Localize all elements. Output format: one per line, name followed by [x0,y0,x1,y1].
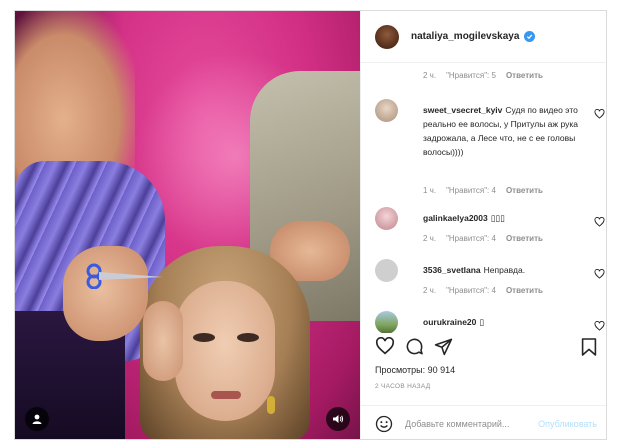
woman-eye-left [193,333,215,342]
emoji-icon[interactable] [375,415,393,433]
commenter-username[interactable]: galinkaelya2003 [423,213,488,223]
comment-body: ourukraine20 ▯ [423,315,595,329]
bookmark-icon[interactable] [581,337,597,357]
scissors-icon [86,263,163,289]
woman-eye-right [237,333,259,342]
comment-meta: 1 ч. "Нравится": 4 Ответить [423,186,543,195]
comment-text: ▯ [479,317,485,327]
author-avatar[interactable] [375,24,399,49]
comment-body: galinkaelya2003 ▯▯▯ [423,211,595,225]
reply-button[interactable]: Ответить [506,286,543,295]
commenter-avatar[interactable] [375,311,398,333]
heart-icon[interactable] [594,321,605,331]
comments-list: 2 ч. "Нравится": 5 Ответить sweet_vsecre… [361,63,606,333]
reply-button[interactable]: Ответить [506,71,543,80]
heart-icon[interactable] [594,109,605,119]
comment-body: 3536_svetlana Неправда. [423,263,595,277]
previous-comment-meta: 2 ч. "Нравится": 5 Ответить [423,71,543,80]
views-number: 90 914 [427,365,456,375]
commenter-avatar[interactable] [375,259,398,282]
comment-item: ourukraine20 ▯ [375,311,605,333]
comment-time: 2 ч. [423,71,437,80]
comment-meta: 2 ч. "Нравится": 4 Ответить [423,286,543,295]
comment-body: sweet_vsecret_kyiv Судя по видео это реал… [423,103,595,159]
heart-icon[interactable] [375,337,395,355]
comment-likes[interactable]: "Нравится": 4 [446,186,496,195]
post-header: nataliya_mogilevskaya [361,11,606,63]
comment-likes[interactable]: "Нравится": 5 [446,71,496,80]
verified-badge-icon [524,31,536,42]
comment-text: Неправда. [483,265,526,275]
publish-button[interactable]: Опубликовать [538,419,597,429]
post-actions [375,337,597,359]
post-video[interactable] [15,11,360,439]
speaker-icon [333,415,344,423]
comment-likes[interactable]: "Нравится": 4 [446,286,496,295]
tagged-users-button[interactable] [25,407,49,431]
comment-item: galinkaelya2003 ▯▯▯ 2 ч. "Нравится": 4 От… [375,207,605,247]
sound-toggle-button[interactable] [326,407,350,431]
woman-hand [143,301,183,381]
view-count[interactable]: Просмотры: 90 914 [375,365,455,375]
commenter-username[interactable]: sweet_vsecret_kyiv [423,105,502,115]
post-side-panel: nataliya_mogilevskaya 2 ч. "Нравится": 5… [360,11,606,439]
woman-earring [267,396,275,414]
share-icon[interactable] [434,337,453,356]
comment-item: sweet_vsecret_kyiv Судя по видео это реал… [375,99,605,199]
comment-icon[interactable] [405,337,424,356]
post-timestamp[interactable]: 2 ЧАСОВ НАЗАД [375,383,430,390]
comment-item: 3536_svetlana Неправда. 2 ч. "Нравится": … [375,259,605,299]
user-icon [32,414,42,424]
instagram-post: nataliya_mogilevskaya 2 ч. "Нравится": 5… [14,10,607,440]
comment-time: 1 ч. [423,186,437,195]
comment-meta: 2 ч. "Нравится": 4 Ответить [423,234,543,243]
heart-icon[interactable] [594,217,605,227]
comment-time: 2 ч. [423,286,437,295]
person-left-hand [63,246,148,341]
woman-face [175,281,275,421]
add-comment-bar: Добавьте комментарий... Опубликовать [361,405,606,439]
comment-text: ▯▯▯ [490,213,505,223]
commenter-avatar[interactable] [375,99,398,122]
author-username[interactable]: nataliya_mogilevskaya [411,31,519,42]
comment-likes[interactable]: "Нравится": 4 [446,234,496,243]
heart-icon[interactable] [594,269,605,279]
comment-time: 2 ч. [423,234,437,243]
comment-input[interactable]: Добавьте комментарий... [405,419,538,429]
commenter-username[interactable]: ourukraine20 [423,317,476,327]
reply-button[interactable]: Ответить [506,186,543,195]
views-label: Просмотры: [375,365,426,375]
woman-mouth [211,391,241,399]
commenter-avatar[interactable] [375,207,398,230]
reply-button[interactable]: Ответить [506,234,543,243]
commenter-username[interactable]: 3536_svetlana [423,265,481,275]
